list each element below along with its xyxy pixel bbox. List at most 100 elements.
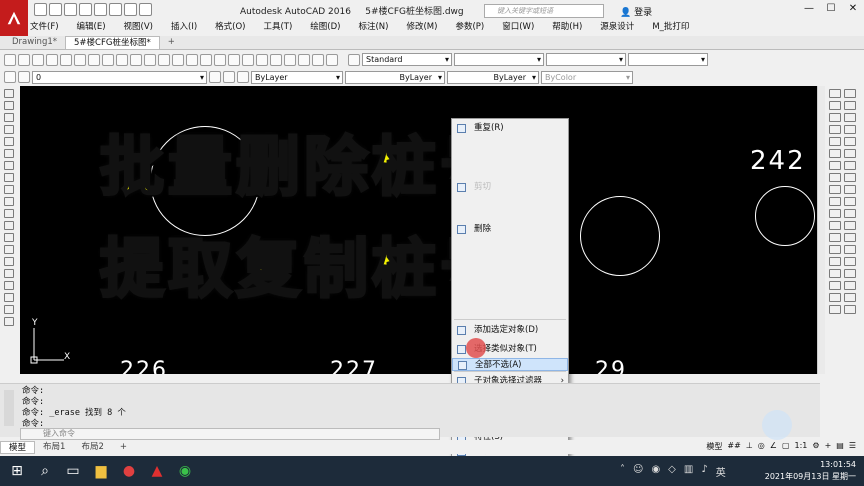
status-bar-button[interactable]: ∠: [770, 441, 777, 452]
region-icon[interactable]: [3, 281, 14, 290]
break-icon[interactable]: [844, 149, 856, 158]
clock[interactable]: 13:01:54 2021年09月13日 星期一: [765, 459, 856, 483]
menu-item[interactable]: 参数(P): [455, 20, 484, 34]
layer-state-icon[interactable]: [18, 71, 30, 83]
publish-icon[interactable]: [74, 53, 86, 66]
dim-ordinate-icon[interactable]: [829, 281, 841, 290]
context-menu-item[interactable]: 删除: [452, 223, 568, 236]
context-menu-item[interactable]: 重复(R): [452, 122, 568, 135]
ellipse-icon[interactable]: [3, 197, 14, 206]
menu-item[interactable]: 格式(O): [215, 20, 245, 34]
polyline-icon[interactable]: [3, 113, 14, 122]
shield-icon[interactable]: ◇: [668, 464, 676, 479]
point-icon[interactable]: [3, 245, 14, 254]
design-center-icon[interactable]: [256, 53, 268, 66]
dim-jogged-icon[interactable]: [844, 293, 856, 302]
circle-icon[interactable]: [3, 161, 14, 170]
block-editor-icon[interactable]: [144, 53, 156, 66]
context-menu-item[interactable]: 添加选定对象(D): [452, 324, 568, 337]
text-style-select[interactable]: Standard: [362, 53, 452, 66]
autocad-logo-icon[interactable]: [0, 0, 28, 36]
status-bar-button[interactable]: ☰: [849, 441, 856, 452]
menu-item[interactable]: M_批打印: [652, 20, 689, 34]
menu-item[interactable]: 插入(I): [171, 20, 197, 34]
autocad-taskbar-icon[interactable]: ▲: [146, 460, 168, 482]
lengthen-icon[interactable]: [844, 185, 856, 194]
menu-item[interactable]: 标注(N): [358, 20, 388, 34]
zoom-previous-icon[interactable]: [228, 53, 240, 66]
linetype-select[interactable]: ByLayer: [345, 70, 445, 84]
chrome-icon[interactable]: ●: [118, 460, 140, 482]
menu-item[interactable]: 帮助(H): [552, 20, 582, 34]
tab-model[interactable]: 模型: [0, 440, 36, 454]
line-icon[interactable]: [3, 89, 14, 98]
tab-cfg-drawing[interactable]: 5#楼CFG桩坐标图*: [65, 36, 160, 49]
insert-block-icon[interactable]: [3, 221, 14, 230]
table-style-select[interactable]: [546, 53, 626, 66]
vertical-scrollbar[interactable]: [817, 86, 825, 374]
rectangle-icon[interactable]: [3, 137, 14, 146]
windows-start-icon[interactable]: ⊞: [6, 460, 28, 482]
status-bar-button[interactable]: ⚙: [812, 441, 819, 452]
center-mark-icon[interactable]: [844, 245, 856, 254]
context-menu-item[interactable]: 全部不选(A): [452, 358, 568, 371]
undo-icon[interactable]: [109, 3, 122, 16]
move-icon[interactable]: [844, 113, 856, 122]
menu-item[interactable]: 源泉设计: [600, 20, 634, 34]
save-icon[interactable]: [64, 3, 77, 16]
network-icon[interactable]: ▥: [684, 464, 693, 479]
wechat-tray-icon[interactable]: ◉: [651, 464, 660, 479]
dim-style-select[interactable]: [454, 53, 544, 66]
command-window-grip[interactable]: [4, 390, 14, 426]
quick-dim-icon[interactable]: [844, 269, 856, 278]
help-icon[interactable]: [326, 53, 338, 66]
layer-iso-icon[interactable]: [237, 71, 249, 83]
context-menu-item[interactable]: 剪切: [452, 181, 568, 194]
hatch-icon[interactable]: [3, 257, 14, 266]
task-view-icon[interactable]: ▭: [62, 460, 84, 482]
make-current-icon[interactable]: [209, 71, 221, 83]
mirror-icon[interactable]: [829, 101, 841, 110]
dim-arc-icon[interactable]: [829, 293, 841, 302]
save-icon[interactable]: [32, 53, 44, 66]
polygon-icon[interactable]: [3, 125, 14, 134]
text-style-icon[interactable]: [348, 53, 360, 66]
tab-drawing1[interactable]: Drawing1*: [4, 36, 65, 49]
lineweight-select[interactable]: ByLayer: [447, 70, 539, 84]
dim-edit-icon[interactable]: [829, 257, 841, 266]
input-lang-indicator[interactable]: 英: [716, 464, 726, 479]
color-select[interactable]: ByLayer: [251, 70, 343, 84]
status-bar-button[interactable]: 模型: [706, 441, 722, 452]
plotstyle-select[interactable]: ByColor: [541, 70, 633, 84]
extend-icon[interactable]: [829, 149, 841, 158]
table-icon[interactable]: [3, 293, 14, 302]
preview-icon[interactable]: [60, 53, 72, 66]
people-icon[interactable]: ☺: [633, 464, 643, 479]
pan-icon[interactable]: [186, 53, 198, 66]
properties-icon[interactable]: [242, 53, 254, 66]
tab-layout2[interactable]: 布局2: [73, 441, 111, 454]
close-button[interactable]: ✕: [842, 0, 864, 18]
dim-break-icon[interactable]: [844, 305, 856, 314]
copy-icon[interactable]: [102, 53, 114, 66]
multileader-style-select[interactable]: [628, 53, 708, 66]
layer-select[interactable]: 0: [32, 70, 207, 84]
paste-icon[interactable]: [116, 53, 128, 66]
command-input[interactable]: 键入命令: [20, 428, 440, 440]
status-bar-button[interactable]: ⊥: [746, 441, 753, 452]
leader-icon[interactable]: [844, 233, 856, 242]
scale-icon[interactable]: [844, 125, 856, 134]
status-bar-button[interactable]: 1:1: [795, 441, 808, 452]
new-tab-button[interactable]: +: [160, 36, 183, 49]
dim-aligned-icon[interactable]: [829, 209, 841, 218]
new-file-icon[interactable]: [34, 3, 47, 16]
join-icon[interactable]: [829, 161, 841, 170]
erase-icon[interactable]: [829, 89, 841, 98]
arc-icon[interactable]: [3, 149, 14, 158]
tab-layout1[interactable]: 布局1: [35, 441, 73, 454]
fillet-icon[interactable]: [829, 173, 841, 182]
add-layout-button[interactable]: +: [112, 441, 135, 454]
open-icon[interactable]: [18, 53, 30, 66]
dim-continue-icon[interactable]: [829, 233, 841, 242]
menu-item[interactable]: 文件(F): [30, 20, 59, 34]
